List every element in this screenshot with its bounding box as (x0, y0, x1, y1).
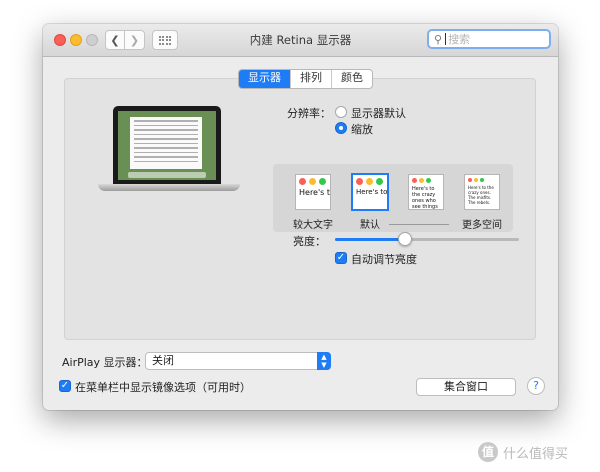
brightness-slider[interactable] (335, 232, 519, 246)
scale-preview-text: Here's to the crazy ones. The misfits. T… (468, 185, 494, 205)
scale-preview-text: Here's to the crazy ones who see things … (412, 186, 438, 210)
title-bar: ❮ ❯ 内建 Retina 显示器 ⚲ (43, 24, 558, 57)
tab-arrangement[interactable]: 排列 (290, 70, 331, 88)
scale-label-more-space: 更多空间 (462, 220, 502, 231)
checkmark-icon: ✓ (60, 380, 70, 391)
airplay-label: AirPlay 显示器： (62, 356, 148, 369)
scale-option-larger-text[interactable]: Here's to the troublemakers. (295, 174, 331, 210)
search-field[interactable]: ⚲ (427, 29, 551, 49)
scale-label-larger-text: 较大文字 (293, 220, 333, 231)
auto-brightness-checkbox[interactable]: ✓ (335, 252, 347, 264)
brightness-slider-knob[interactable] (397, 232, 412, 246)
search-input[interactable] (446, 32, 539, 46)
preferences-window: ❮ ❯ 内建 Retina 显示器 ⚲ 显示器 排列 颜色 (43, 24, 558, 410)
airplay-display-popup[interactable]: 关闭 ▲ ▼ (145, 352, 331, 370)
scale-divider (389, 224, 449, 225)
resolution-default-label[interactable]: 显示器默认 (351, 105, 406, 121)
tab-display[interactable]: 显示器 (239, 70, 290, 88)
watermark: 值 什么值得买 (478, 440, 590, 464)
scaled-resolution-picker: Here's to the troublemakers. Here's to t… (273, 164, 513, 232)
tab-color[interactable]: 颜色 (331, 70, 372, 88)
scale-option-default[interactable]: Here's to the troublemakers. The ones wh… (351, 173, 389, 211)
resolution-scaled-radio[interactable] (335, 122, 347, 134)
mirror-options-checkbox[interactable]: ✓ (59, 380, 71, 392)
macbook-illustration (98, 106, 240, 196)
brightness-label: 亮度： (293, 235, 326, 248)
chevron-updown-icon: ▲ ▼ (317, 352, 331, 370)
airplay-display-value: 关闭 (152, 354, 174, 367)
watermark-text: 什么值得买 (503, 446, 569, 462)
watermark-logo: 值 (478, 442, 498, 462)
brightness-slider-fill (335, 238, 405, 241)
search-icon: ⚲ (434, 32, 443, 46)
gather-windows-button[interactable]: 集合窗口 (416, 378, 516, 396)
help-button[interactable]: ? (527, 377, 545, 395)
scale-preview-text: Here's to the troublemakers. (299, 188, 331, 197)
resolution-label: 分辨率： (287, 107, 331, 120)
resolution-scaled-label[interactable]: 缩放 (351, 121, 373, 137)
scale-option-more-space[interactable]: Here's to the crazy ones. The misfits. T… (464, 174, 500, 210)
scale-option-middle[interactable]: Here's to the crazy ones who see things … (408, 174, 444, 210)
tab-bar: 显示器 排列 颜色 (238, 69, 373, 89)
scale-preview-text: Here's to the troublemakers. The ones wh… (356, 188, 388, 196)
resolution-default-radio[interactable] (335, 106, 347, 118)
checkmark-icon: ✓ (336, 252, 346, 263)
mirror-options-label[interactable]: 在菜单栏中显示镜像选项（可用时） (75, 379, 251, 395)
auto-brightness-label[interactable]: 自动调节亮度 (351, 251, 417, 267)
